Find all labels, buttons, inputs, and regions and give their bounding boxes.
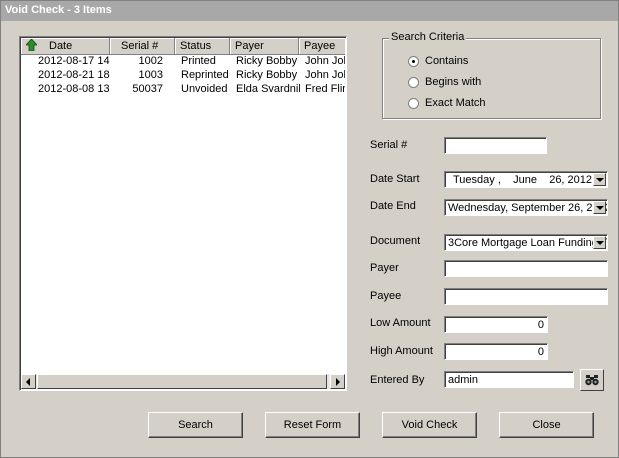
cell-payer: Ricky Bobby: [236, 55, 298, 67]
date-end-value: Wednesday, September 26, 2012: [448, 202, 608, 214]
cell-date: 2012-08-08 13:...: [38, 83, 110, 95]
column-serial-label: Serial #: [121, 40, 159, 52]
date-end-picker[interactable]: Wednesday, September 26, 2012: [444, 199, 608, 216]
high-amount-input[interactable]: 0: [444, 343, 548, 360]
serial-label: Serial #: [370, 139, 408, 151]
list-header: Date Serial # Status Payer Payee: [21, 38, 345, 55]
cell-status: Unvoided: [181, 83, 228, 95]
chevron-right-icon: [336, 378, 340, 386]
entered-by-label: Entered By: [370, 374, 425, 386]
column-payee-label: Payee: [304, 40, 336, 52]
chevron-down-icon[interactable]: [593, 236, 606, 249]
column-payee[interactable]: Payee: [299, 38, 345, 55]
date-start-picker[interactable]: Tuesday , June 26, 2012: [444, 171, 608, 188]
search-criteria-group: Search Criteria Contains Begins with Exa…: [382, 31, 601, 119]
payee-label: Payee: [370, 290, 402, 302]
table-row[interactable]: 2012-08-08 13:... 50037 Unvoided Elda Sv…: [21, 83, 345, 97]
scroll-right-button[interactable]: [330, 374, 345, 389]
search-criteria-legend: Search Criteria: [389, 31, 467, 43]
payer-label: Payer: [370, 262, 399, 274]
table-row[interactable]: 2012-08-17 14:... 1002 Printed Ricky Bob…: [21, 55, 345, 69]
cell-payee: John Johnson: [305, 55, 345, 67]
column-status[interactable]: Status: [175, 38, 230, 55]
document-label: Document: [370, 235, 421, 247]
low-amount-label: Low Amount: [370, 317, 431, 329]
cell-payer: Elda Svardnik: [236, 83, 300, 95]
payee-input[interactable]: [444, 288, 608, 305]
high-amount-label: High Amount: [370, 345, 433, 357]
chevron-left-icon: [26, 378, 30, 386]
table-row[interactable]: 2012-08-21 18:... 1003 Reprinted Ricky B…: [21, 69, 345, 83]
title-bar: Void Check - 3 Items: [1, 1, 618, 21]
sort-up-arrow-icon: [25, 38, 38, 54]
radio-exact-match-label[interactable]: Exact Match: [425, 97, 486, 109]
payer-input[interactable]: [444, 260, 608, 277]
date-end-label: Date End: [370, 200, 416, 212]
date-start-label: Date Start: [370, 173, 420, 185]
chevron-down-icon[interactable]: [593, 173, 606, 186]
date-start-value: Tuesday , June 26, 2012: [453, 174, 593, 186]
reset-form-button[interactable]: Reset Form: [265, 412, 360, 438]
cell-payer: Ricky Bobby: [236, 69, 298, 81]
cell-date: 2012-08-21 18:...: [38, 69, 110, 81]
low-amount-input[interactable]: 0: [444, 316, 548, 333]
cell-date: 2012-08-17 14:...: [38, 55, 110, 67]
cell-serial: 1003: [138, 69, 163, 81]
column-date-label: Date: [49, 40, 73, 52]
column-serial[interactable]: Serial #: [110, 38, 175, 55]
column-date[interactable]: Date: [21, 38, 110, 55]
window-title: Void Check - 3 Items: [5, 4, 112, 16]
void-check-window: Void Check - 3 Items Date Serial # Statu…: [0, 0, 619, 458]
radio-contains-label[interactable]: Contains: [425, 55, 468, 67]
cell-status: Printed: [181, 55, 216, 67]
chevron-down-icon[interactable]: [593, 201, 606, 214]
radio-begins-with-label[interactable]: Begins with: [425, 76, 481, 88]
radio-begins-with[interactable]: [408, 77, 419, 88]
cell-serial: 1002: [138, 55, 163, 67]
column-status-label: Status: [180, 40, 212, 52]
cell-status: Reprinted: [181, 69, 229, 81]
scroll-thumb[interactable]: [37, 374, 327, 389]
horizontal-scrollbar[interactable]: [21, 374, 345, 389]
close-button[interactable]: Close: [499, 412, 594, 438]
binoculars-icon: [585, 374, 599, 389]
document-value: 3Core Mortgage Loan Funding Tran: [448, 237, 608, 249]
checks-list[interactable]: Date Serial # Status Payer Payee 2012-08…: [19, 36, 347, 391]
cell-payee: Fred Flintstone: [305, 83, 345, 95]
radio-exact-match[interactable]: [408, 98, 419, 109]
column-payer[interactable]: Payer: [230, 38, 299, 55]
radio-contains[interactable]: [408, 56, 419, 67]
void-check-button[interactable]: Void Check: [382, 412, 477, 438]
cell-payee: John Johnson: [305, 69, 345, 81]
cell-serial: 50037: [132, 83, 163, 95]
entered-by-input[interactable]: admin: [444, 371, 574, 388]
document-select[interactable]: 3Core Mortgage Loan Funding Tran: [444, 234, 608, 251]
lookup-user-button[interactable]: [580, 369, 604, 391]
search-button[interactable]: Search: [148, 412, 243, 438]
scroll-left-button[interactable]: [21, 374, 36, 389]
column-payer-label: Payer: [235, 40, 264, 52]
serial-input[interactable]: [444, 137, 547, 154]
